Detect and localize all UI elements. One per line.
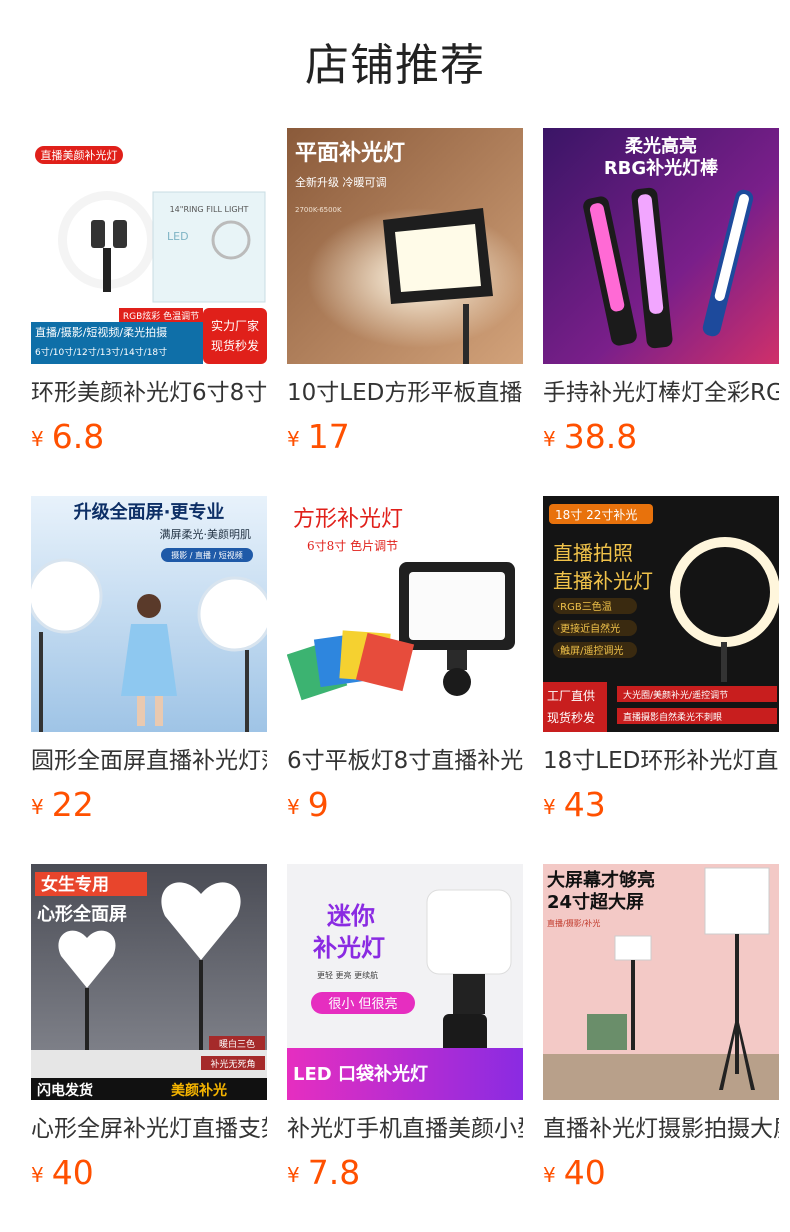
price-value: 38.8 — [563, 417, 638, 456]
price-value: 22 — [51, 785, 94, 824]
image-bullet: ·更接近自然光 — [557, 622, 620, 635]
image-sub: 更轻 更亮 更续航 — [317, 970, 378, 980]
product-price: ¥6.8 — [31, 414, 104, 460]
product-card[interactable]: 直播美颜补光灯 14"RING FILL LIGHT LED RGB炫彩 色温调… — [31, 128, 267, 468]
image-line2: 直播补光灯 — [553, 569, 653, 593]
product-card[interactable]: 迷你 补光灯 更轻 更亮 更续航 很小 但很亮 LED 口袋补光灯 补光灯手机直… — [287, 864, 523, 1204]
image-tags: 摄影 / 直播 / 短视频 — [171, 550, 243, 560]
product-name[interactable]: 圆形全面屏直播补光灯落地支架 — [31, 744, 267, 778]
currency-symbol: ¥ — [287, 795, 300, 819]
image-line1: 大屏幕才够亮 — [547, 869, 655, 891]
image-tag2: 心形全面屏 — [37, 903, 127, 925]
currency-symbol: ¥ — [287, 1163, 300, 1187]
product-card[interactable]: 升级全面屏·更专业 满屏柔光·美颜明肌 摄影 / 直播 / 短视频 圆形全面屏直… — [31, 496, 267, 836]
image-headline: 平面补光灯 — [295, 141, 405, 166]
image-headline: 升级全面屏·更专业 — [74, 501, 225, 523]
image-badge: RGB炫彩 色温调节 — [123, 310, 199, 322]
product-card[interactable]: 大屏幕才够亮 24寸超大屏 直播/摄影/补光 直播补光灯摄影拍摄大屏幕平板灯 ¥… — [543, 864, 779, 1204]
image-footer2: 美颜补光 — [171, 1082, 227, 1099]
currency-symbol: ¥ — [31, 427, 44, 451]
price-value: 17 — [307, 417, 350, 456]
image-note2: 补光无死角 — [210, 1058, 255, 1070]
image-line1: 直播拍照 — [553, 541, 633, 565]
image-stamp2: 现货秒发 — [211, 338, 259, 353]
image-sub: 全新升级 冷暖可调 — [295, 175, 387, 189]
image-pill: 很小 但很亮 — [328, 996, 397, 1012]
image-line2: 6寸/10寸/12寸/13寸/14寸/18寸 — [35, 346, 167, 358]
image-footer: LED 口袋补光灯 — [293, 1063, 428, 1085]
image-footer1: 工厂直供 — [547, 689, 595, 703]
image-sub: 6寸8寸 色片调节 — [307, 539, 398, 553]
product-card[interactable]: 女生专用 心形全面屏 暖白三色 补光无死角 闪电发货 美颜补光 心形全屏补光灯直… — [31, 864, 267, 1204]
image-line1: 直播/摄影/短视频/柔光拍摄 — [35, 325, 167, 339]
price-value: 7.8 — [307, 1153, 361, 1192]
product-name[interactable]: 心形全屏补光灯直播支架落地 — [31, 1112, 267, 1146]
product-name[interactable]: 6寸平板灯8寸直播补光灯摄影 — [287, 744, 523, 778]
image-line2: RBG补光灯棒 — [604, 157, 719, 179]
product-name[interactable]: 18寸LED环形补光灯直播美颜 — [543, 744, 779, 778]
product-image[interactable]: 大屏幕才够亮 24寸超大屏 直播/摄影/补光 — [543, 864, 779, 1100]
product-image[interactable]: 平面补光灯 全新升级 冷暖可调 2700K-6500K — [287, 128, 523, 364]
product-image[interactable]: 柔光高亮 RBG补光灯棒 — [543, 128, 779, 364]
product-price: ¥22 — [31, 782, 94, 828]
currency-symbol: ¥ — [543, 795, 556, 819]
page-title: 店铺推荐 — [305, 40, 485, 91]
currency-symbol: ¥ — [31, 795, 44, 819]
product-image[interactable]: 18寸 22寸补光 直播拍照 直播补光灯 ·RGB三色温 ·更接近自然光 ·触屏… — [543, 496, 779, 732]
image-sub: 满屏柔光·美颜明肌 — [160, 527, 252, 541]
product-price: ¥9 — [287, 782, 329, 828]
currency-symbol: ¥ — [543, 427, 556, 451]
price-value: 40 — [563, 1153, 606, 1192]
image-banner1: 大光圈/美颜补光/遥控调节 — [623, 689, 728, 701]
currency-symbol: ¥ — [543, 1163, 556, 1187]
product-price: ¥40 — [543, 1150, 606, 1196]
currency-symbol: ¥ — [31, 1163, 44, 1187]
image-tag: 18寸 22寸补光 — [555, 508, 637, 522]
product-name[interactable]: 补光灯手机直播美颜小型口袋灯 — [287, 1112, 523, 1146]
product-card[interactable]: 18寸 22寸补光 直播拍照 直播补光灯 ·RGB三色温 ·更接近自然光 ·触屏… — [543, 496, 779, 836]
image-tag1: 女生专用 — [41, 874, 109, 895]
product-image[interactable]: 迷你 补光灯 更轻 更亮 更续航 很小 但很亮 LED 口袋补光灯 — [287, 864, 523, 1100]
product-price: ¥38.8 — [543, 414, 637, 460]
image-bullet: ·RGB三色温 — [557, 600, 612, 613]
image-headline: 方形补光灯 — [293, 507, 403, 532]
box-label: 14"RING FILL LIGHT — [170, 205, 249, 214]
price-value: 6.8 — [51, 417, 105, 456]
product-name[interactable]: 直播补光灯摄影拍摄大屏幕平板灯 — [543, 1112, 779, 1146]
product-name[interactable]: 环形美颜补光灯6寸8寸10寸12寸14寸18寸直播主播美颜补光灯 — [31, 376, 267, 410]
product-price: ¥43 — [543, 782, 606, 828]
product-name[interactable]: 10寸LED方形平板直播补光灯摄影灯 — [287, 376, 523, 410]
product-price: ¥7.8 — [287, 1150, 360, 1196]
price-value: 43 — [563, 785, 606, 824]
image-stamp1: 实力厂家 — [211, 318, 259, 333]
product-card[interactable]: 平面补光灯 全新升级 冷暖可调 2700K-6500K 10寸LED方形平板直播… — [287, 128, 523, 468]
product-price: ¥40 — [31, 1150, 94, 1196]
box-led-label: LED — [167, 230, 189, 243]
product-image[interactable]: 升级全面屏·更专业 满屏柔光·美颜明肌 摄影 / 直播 / 短视频 — [31, 496, 267, 732]
product-image[interactable]: 直播美颜补光灯 14"RING FILL LIGHT LED RGB炫彩 色温调… — [31, 128, 267, 364]
image-note1: 暖白三色 — [219, 1038, 255, 1050]
image-line1: 柔光高亮 — [625, 135, 697, 157]
product-price: ¥17 — [287, 414, 350, 460]
image-range: 2700K-6500K — [295, 206, 342, 214]
currency-symbol: ¥ — [287, 427, 300, 451]
image-footer1: 闪电发货 — [37, 1082, 93, 1099]
image-bullet: ·触屏/遥控调光 — [557, 644, 624, 657]
image-footer2: 现货秒发 — [547, 710, 595, 725]
product-image[interactable]: 女生专用 心形全面屏 暖白三色 补光无死角 闪电发货 美颜补光 — [31, 864, 267, 1100]
product-card[interactable]: 柔光高亮 RBG补光灯棒 手持补光灯棒灯全彩RGB氛围灯 ¥38.8 — [543, 128, 779, 468]
image-tags: 直播/摄影/补光 — [547, 918, 600, 928]
image-banner2: 直播摄影自然柔光不刺眼 — [623, 711, 722, 723]
image-line1: 迷你 — [327, 902, 375, 930]
image-line2: 24寸超大屏 — [547, 891, 644, 913]
price-value: 9 — [307, 785, 329, 824]
product-name[interactable]: 手持补光灯棒灯全彩RGB氛围灯 — [543, 376, 779, 410]
image-line2: 补光灯 — [313, 934, 385, 962]
product-image[interactable]: 方形补光灯 6寸8寸 色片调节 — [287, 496, 523, 732]
image-tag: 直播美颜补光灯 — [41, 148, 118, 162]
price-value: 40 — [51, 1153, 94, 1192]
product-card[interactable]: 方形补光灯 6寸8寸 色片调节 6寸平板灯8寸直播补光灯摄影 ¥9 — [287, 496, 523, 836]
